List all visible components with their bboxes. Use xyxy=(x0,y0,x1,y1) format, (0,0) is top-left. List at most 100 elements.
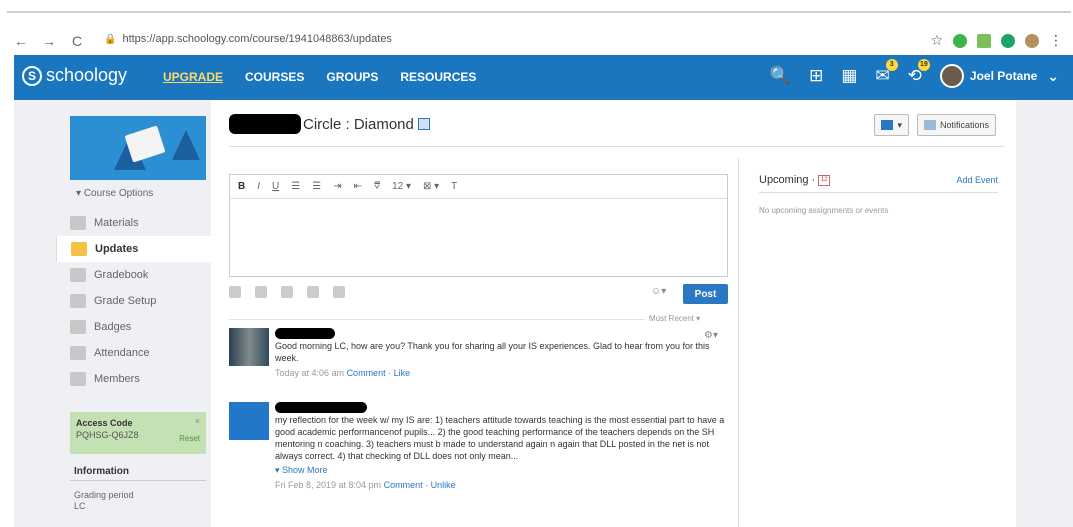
underline-button[interactable]: U xyxy=(272,181,279,192)
divider xyxy=(759,192,998,193)
editor-toolbar: B I U ☰ ☰ ⇥ ⇤ ⩢ 12 ▾ ⊠ ▾ T xyxy=(230,175,727,199)
browser-top xyxy=(0,0,1073,14)
clear-format-button[interactable]: T xyxy=(451,181,457,192)
course-image xyxy=(70,116,206,180)
sidebar-item-attendance[interactable]: Attendance xyxy=(56,340,211,366)
search-icon[interactable]: 🔍 xyxy=(770,66,791,86)
kebab-menu-icon[interactable]: ⋮ xyxy=(1049,32,1063,49)
user-menu[interactable]: Joel Potane ⌄ xyxy=(939,64,1059,88)
bullet-list-button[interactable]: ☰ xyxy=(291,181,300,192)
redacted-text xyxy=(229,114,301,134)
logo-mark-icon: S xyxy=(22,65,42,86)
gear-icon[interactable]: ⚙▾ xyxy=(704,330,718,341)
attach-resource-icon[interactable] xyxy=(281,286,293,298)
course-info-icon[interactable] xyxy=(417,118,430,130)
sort-dropdown[interactable]: Most Recent ▾ xyxy=(649,314,700,323)
post-actions[interactable]: Comment · Like xyxy=(347,368,411,378)
right-gutter xyxy=(1016,100,1073,527)
attachment-icons xyxy=(229,286,345,298)
members-icon xyxy=(70,372,86,386)
mail-small-icon xyxy=(923,120,936,130)
divider xyxy=(70,480,206,481)
add-event-link[interactable]: Add Event xyxy=(956,175,998,185)
nav-courses[interactable]: COURSES xyxy=(245,70,304,84)
extension-puzzle-icon[interactable] xyxy=(977,33,991,48)
notifications-icon[interactable]: ⟲ 19 xyxy=(908,59,930,86)
no-upcoming-text: No upcoming assignments or events xyxy=(759,206,889,215)
page-title: Circle : Diamond xyxy=(229,114,430,134)
number-list-button[interactable]: ☰ xyxy=(312,181,321,192)
sidebar-item-members[interactable]: Members xyxy=(56,366,211,392)
top-nav: S schoology UPGRADE COURSES GROUPS RESOU… xyxy=(14,55,1073,100)
post-actions[interactable]: Comment · Unlike xyxy=(384,480,456,490)
course-title: Circle : Diamond xyxy=(303,115,414,133)
show-more-link[interactable]: ▾ Show More xyxy=(275,464,728,476)
forward-button[interactable]: → xyxy=(42,33,56,49)
materials-icon xyxy=(70,216,86,230)
post-text: my reflection for the week w/ my IS are:… xyxy=(275,415,725,461)
italic-button[interactable]: I xyxy=(257,181,260,192)
font-size-select[interactable]: 12 ▾ xyxy=(392,181,411,192)
outdent-button[interactable]: ⇤ xyxy=(354,181,362,192)
sidebar-item-grade-setup[interactable]: Grade Setup xyxy=(56,288,211,314)
sidebar-item-gradebook[interactable]: Gradebook xyxy=(56,262,211,288)
chevron-down-icon: ⌄ xyxy=(1047,67,1059,84)
left-sidebar: ▾ Course Options Materials Updates Grade… xyxy=(56,100,211,527)
mail-icon[interactable]: ✉ 3 xyxy=(875,59,898,86)
sidebar-item-materials[interactable]: Materials xyxy=(56,210,211,236)
sidebar-item-badges[interactable]: Badges xyxy=(56,314,211,340)
attach-link-icon[interactable] xyxy=(255,286,267,298)
nav-resources[interactable]: RESOURCES xyxy=(400,70,476,84)
reset-link[interactable]: Reset xyxy=(179,434,200,443)
url-text: https://app.schoology.com/course/1941048… xyxy=(122,33,392,45)
nav-groups[interactable]: GROUPS xyxy=(326,70,378,84)
user-name: Joel Potane xyxy=(969,69,1038,83)
indent-button[interactable]: ⇥ xyxy=(333,181,341,192)
address-bar: ← → C 🔒 https://app.schoology.com/course… xyxy=(0,28,1073,54)
extension-green-icon[interactable] xyxy=(953,33,967,48)
post-text: Good morning LC, how are you? Thank you … xyxy=(275,341,710,363)
reload-button[interactable]: C xyxy=(70,33,84,49)
url-field[interactable]: 🔒 https://app.schoology.com/course/19410… xyxy=(104,33,392,45)
extension-icons: ☆ ⋮ xyxy=(930,32,1063,49)
gradebook-icon xyxy=(70,268,86,282)
updates-icon xyxy=(71,242,87,256)
nav-links: UPGRADE COURSES GROUPS RESOURCES xyxy=(163,70,476,84)
apps-grid-icon[interactable]: ⊞ xyxy=(809,66,823,86)
logo-text: schoology xyxy=(46,65,128,85)
notifications-badge: 19 xyxy=(917,59,930,71)
emoji-icon[interactable]: ☺▾ xyxy=(651,286,666,297)
layout-toggle-button[interactable]: ▾ xyxy=(874,114,909,136)
access-code-box: × Access Code PQHSG-Q6JZ8 Reset xyxy=(70,412,206,454)
back-button[interactable]: ← xyxy=(14,33,28,49)
column-divider xyxy=(738,158,739,527)
calendar-small-icon[interactable]: 12 xyxy=(818,174,831,186)
bookmark-star-icon[interactable]: ☆ xyxy=(930,32,943,49)
mail-badge: 3 xyxy=(885,59,898,71)
close-icon[interactable]: × xyxy=(195,416,200,426)
schoology-logo[interactable]: S schoology xyxy=(22,65,127,86)
sidebar-item-updates[interactable]: Updates xyxy=(56,236,211,262)
grade-setup-icon xyxy=(70,294,86,308)
format-button[interactable]: ⩢ xyxy=(374,181,380,192)
attach-media-icon[interactable] xyxy=(307,286,319,298)
divider xyxy=(229,146,1004,147)
attach-file-icon[interactable] xyxy=(229,286,241,298)
course-menu: Materials Updates Gradebook Grade Setup … xyxy=(56,210,211,392)
notifications-button[interactable]: Notifications xyxy=(916,114,996,136)
profile-icon[interactable] xyxy=(1025,33,1039,48)
nav-right: 🔍 ⊞ ▦ ✉ 3 ⟲ 19 Joel Potane ⌄ xyxy=(770,59,1059,88)
post-editor[interactable]: B I U ☰ ☰ ⇥ ⇤ ⩢ 12 ▾ ⊠ ▾ T xyxy=(229,174,728,277)
post-button[interactable]: Post xyxy=(683,284,728,304)
attach-gallery-icon[interactable] xyxy=(333,286,345,298)
badges-icon xyxy=(70,320,86,334)
extension-grammarly-icon[interactable] xyxy=(1001,33,1015,48)
post-meta: Today at 4:06 am Comment · Like xyxy=(275,368,411,378)
calendar-icon[interactable]: ▦ xyxy=(841,66,857,86)
grading-period: Grading period LC xyxy=(74,490,134,511)
insert-button[interactable]: ⊠ ▾ xyxy=(423,181,439,192)
layout-icon xyxy=(881,120,894,130)
course-options-toggle[interactable]: ▾ Course Options xyxy=(76,188,153,199)
nav-upgrade[interactable]: UPGRADE xyxy=(163,70,223,84)
bold-button[interactable]: B xyxy=(238,181,245,192)
